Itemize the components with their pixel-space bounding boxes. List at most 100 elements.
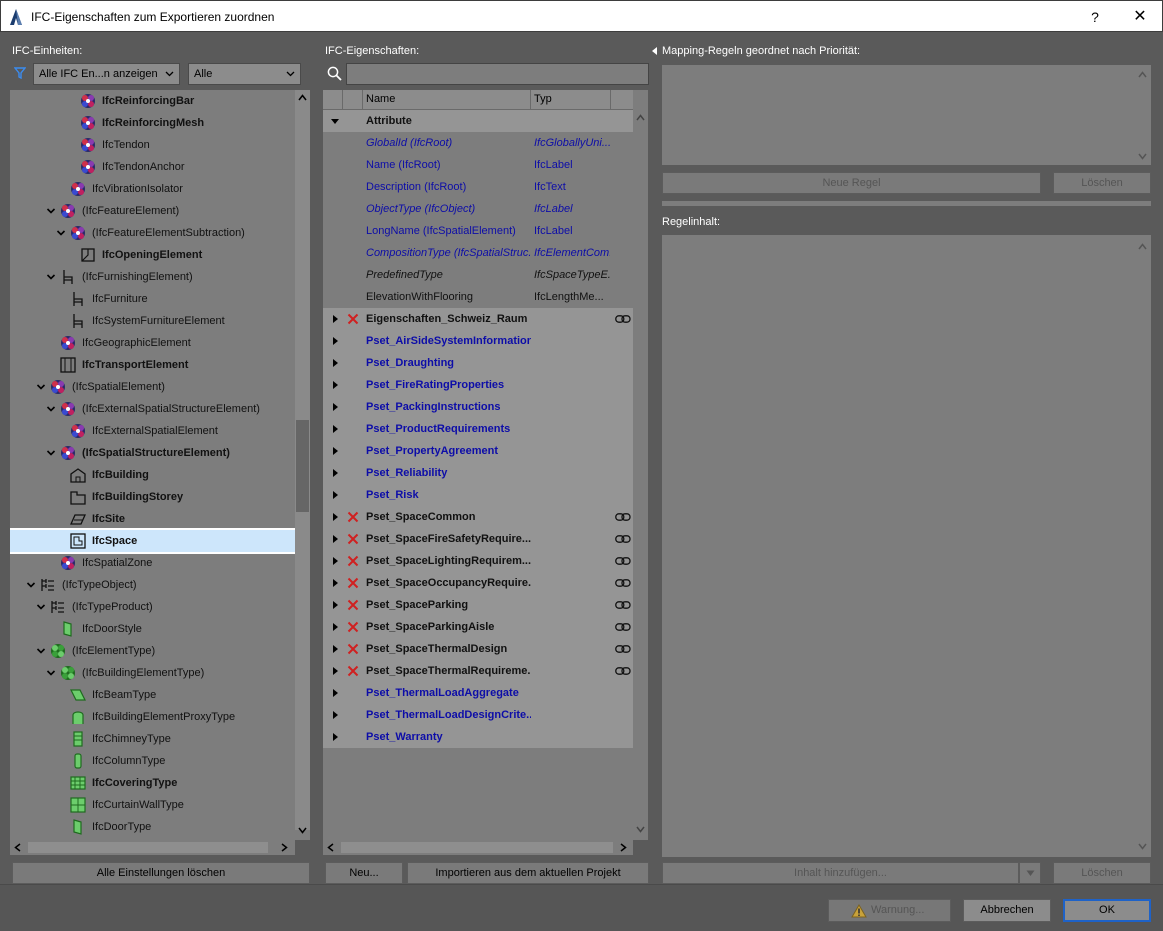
expand-chevron-icon[interactable] (36, 602, 46, 612)
attribute-row[interactable]: CompositionType (IfcSpatialStruc... IfcEl… (323, 242, 633, 264)
close-button[interactable]: ✕ (1127, 5, 1153, 29)
property-set-row[interactable]: Pset_PackingInstructions (323, 396, 633, 418)
attribute-row[interactable]: ObjectType (IfcObject) IfcLabel (323, 198, 633, 220)
scroll-up-icon[interactable] (636, 114, 645, 121)
collapse-triangle-icon[interactable] (331, 117, 339, 125)
column-name-header[interactable]: Name (366, 93, 395, 105)
property-set-row[interactable]: Pset_SpaceFireSafetyRequire... (323, 528, 633, 550)
expand-triangle-icon[interactable] (331, 469, 339, 477)
expand-triangle-icon[interactable] (331, 491, 339, 499)
tree-item[interactable]: IfcVibrationIsolator (10, 178, 295, 200)
attribute-row[interactable]: LongName (IfcSpatialElement) IfcLabel (323, 220, 633, 242)
tree-vertical-scrollbar[interactable] (295, 90, 310, 834)
property-set-row[interactable]: Pset_ThermalLoadDesignCrite... (323, 704, 633, 726)
expand-triangle-icon[interactable] (331, 601, 339, 609)
property-set-row[interactable]: Pset_SpaceThermalDesign (323, 638, 633, 660)
tree-item[interactable]: IfcTransportElement (10, 354, 295, 376)
tree-hscroll-thumb[interactable] (28, 842, 268, 853)
property-set-row[interactable]: Pset_Reliability (323, 462, 633, 484)
tree-item[interactable]: (IfcTypeObject) (10, 574, 295, 596)
expand-triangle-icon[interactable] (331, 733, 339, 741)
expand-triangle-icon[interactable] (331, 315, 339, 323)
expand-triangle-icon[interactable] (331, 381, 339, 389)
expand-triangle-icon[interactable] (331, 689, 339, 697)
ifc-properties-list[interactable]: Name Typ Attribute GlobalId (IfcRoot) IfcG… (323, 90, 648, 840)
tree-item[interactable]: IfcChimneyType (10, 728, 295, 750)
scroll-down-icon[interactable] (298, 827, 307, 834)
clear-all-settings-button[interactable]: Alle Einstellungen löschen (12, 862, 310, 884)
property-set-row[interactable]: Pset_PropertyAgreement (323, 440, 633, 462)
attribute-row[interactable]: Description (IfcRoot) IfcText (323, 176, 633, 198)
ifc-units-tree[interactable]: IfcReinforcingBar IfcReinforcingMesh IfcTe… (10, 90, 310, 840)
scope-select[interactable]: Alle (188, 63, 301, 85)
expand-triangle-icon[interactable] (331, 359, 339, 367)
scroll-up-icon[interactable] (1138, 71, 1147, 78)
tree-hscroll-track[interactable] (10, 840, 295, 855)
expand-triangle-icon[interactable] (331, 579, 339, 587)
tree-item[interactable]: IfcSpace (10, 528, 297, 554)
delete-rule-button[interactable]: Löschen (1053, 172, 1151, 194)
scroll-left-icon[interactable] (14, 843, 21, 852)
attribute-row[interactable]: PredefinedType IfcSpaceTypeE... (323, 264, 633, 286)
tree-item[interactable]: IfcColumnType (10, 750, 295, 772)
tree-item[interactable]: IfcTendonAnchor (10, 156, 295, 178)
add-content-button[interactable]: Inhalt hinzufügen... (662, 862, 1019, 884)
expand-triangle-icon[interactable] (331, 623, 339, 631)
expand-chevron-icon[interactable] (46, 448, 56, 458)
property-set-row[interactable]: Pset_Warranty (323, 726, 633, 748)
expand-triangle-icon[interactable] (331, 557, 339, 565)
expand-triangle-icon[interactable] (331, 337, 339, 345)
scroll-down-icon[interactable] (636, 826, 645, 833)
expand-triangle-icon[interactable] (331, 667, 339, 675)
import-from-project-button[interactable]: Importieren aus dem aktuellen Projekt (407, 862, 649, 884)
tree-item[interactable]: (IfcFurnishingElement) (10, 266, 295, 288)
property-set-row[interactable]: Pset_SpaceParking (323, 594, 633, 616)
expand-triangle-icon[interactable] (331, 711, 339, 719)
scroll-right-icon[interactable] (281, 843, 288, 852)
filter-icon[interactable] (14, 67, 26, 79)
properties-hscroll-track[interactable] (323, 840, 633, 855)
property-set-row[interactable]: Pset_Draughting (323, 352, 633, 374)
expand-chevron-icon[interactable] (56, 228, 66, 238)
cancel-button[interactable]: Abbrechen (963, 899, 1051, 922)
warning-button[interactable]: Warnung... (828, 899, 951, 922)
expand-chevron-icon[interactable] (46, 206, 56, 216)
expand-chevron-icon[interactable] (46, 404, 56, 414)
tree-item[interactable]: (IfcElementType) (10, 640, 295, 662)
properties-vertical-scrollbar[interactable] (633, 110, 648, 840)
tree-item[interactable]: (IfcTypeProduct) (10, 596, 295, 618)
property-search-input[interactable] (346, 63, 649, 85)
expand-triangle-icon[interactable] (331, 447, 339, 455)
tree-item[interactable]: IfcCurtainWallType (10, 794, 295, 816)
property-set-row[interactable]: Eigenschaften_Schweiz_Raum (323, 308, 633, 330)
tree-item[interactable]: IfcBuildingStorey (10, 486, 295, 508)
filter-select[interactable]: Alle IFC En...n anzeigen (33, 63, 180, 85)
tree-item[interactable]: IfcTendon (10, 134, 295, 156)
scroll-down-icon[interactable] (1138, 843, 1147, 850)
expand-chevron-icon[interactable] (46, 668, 56, 678)
tree-item[interactable]: IfcSystemFurnitureElement (10, 310, 295, 332)
properties-hscroll-thumb[interactable] (341, 842, 613, 853)
tree-item[interactable]: IfcFurniture (10, 288, 295, 310)
scroll-left-icon[interactable] (327, 843, 334, 852)
scroll-up-icon[interactable] (298, 94, 307, 101)
property-set-row[interactable]: Pset_ThermalLoadAggregate (323, 682, 633, 704)
add-content-dropdown[interactable] (1019, 862, 1041, 884)
property-set-row[interactable]: Attribute (323, 110, 633, 132)
property-set-row[interactable]: Pset_SpaceThermalRequireme... (323, 660, 633, 682)
scroll-right-icon[interactable] (620, 843, 627, 852)
new-rule-button[interactable]: Neue Regel (662, 172, 1041, 194)
expand-chevron-icon[interactable] (46, 272, 56, 282)
property-set-row[interactable]: Pset_SpaceOccupancyRequire... (323, 572, 633, 594)
tree-item[interactable]: IfcSite (10, 508, 295, 530)
ok-button[interactable]: OK (1063, 899, 1151, 922)
tree-item[interactable]: IfcOpeningElement (10, 244, 295, 266)
tree-item[interactable]: IfcGeographicElement (10, 332, 295, 354)
tree-item[interactable]: IfcReinforcingBar (10, 90, 295, 112)
tree-item[interactable]: (IfcSpatialStructureElement) (10, 442, 295, 464)
tree-item[interactable]: (IfcExternalSpatialStructureElement) (10, 398, 295, 420)
tree-item[interactable]: IfcBuildingElementProxyType (10, 706, 295, 728)
attribute-row[interactable]: ElevationWithFlooring IfcLengthMe... (323, 286, 633, 308)
tree-item[interactable]: IfcCoveringType (10, 772, 295, 794)
expand-triangle-icon[interactable] (331, 403, 339, 411)
